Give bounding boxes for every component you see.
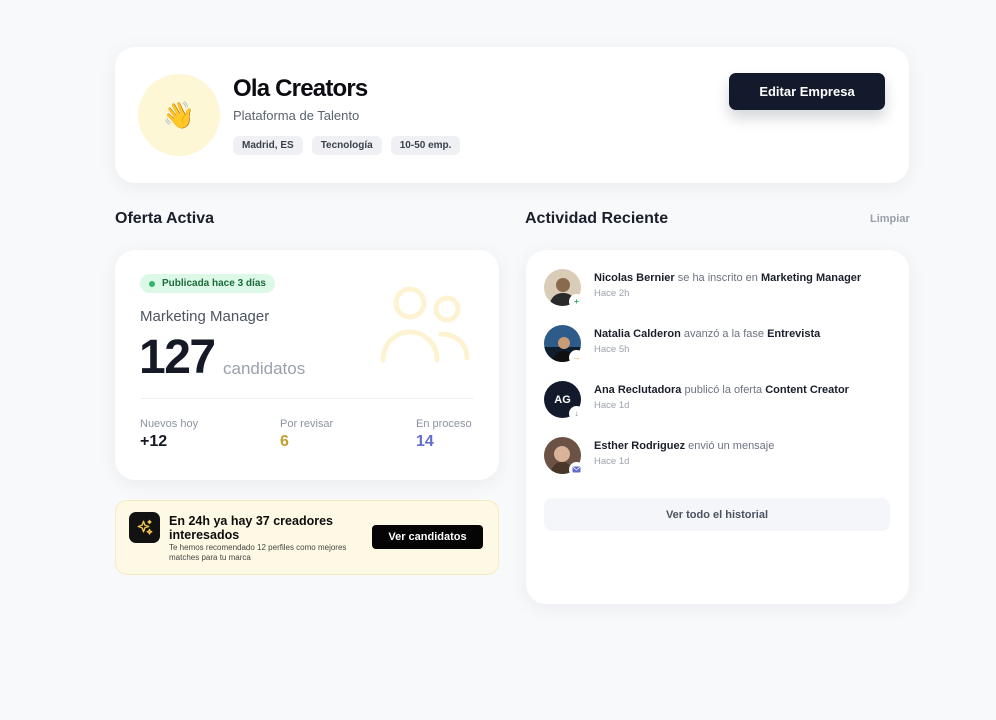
arrow-down-icon: ↓ [570, 407, 583, 420]
candidate-count-label: candidatos [223, 359, 306, 378]
stat-value: 6 [280, 433, 289, 450]
activity-time: Hace 5h [594, 344, 630, 355]
view-candidates-button[interactable]: Ver candidatos [372, 525, 483, 549]
activity-target: Entrevista [767, 328, 821, 340]
activity-item[interactable]: AG ↓ Ana Reclutadora publicó la oferta C… [544, 381, 891, 421]
activity-text: Esther Rodriguez envió un mensaje [594, 440, 774, 452]
users-icon [380, 286, 470, 363]
activity-item[interactable]: Esther Rodriguez envió un mensaje Hace 1… [544, 437, 891, 477]
offer-role: Marketing Manager [140, 308, 270, 325]
stat-label: En proceso [416, 418, 472, 430]
stat-value: 14 [416, 433, 434, 450]
tag-location: Madrid, ES [233, 136, 303, 155]
sparkles-icon [129, 512, 160, 543]
stat-in-process: En proceso 14 [416, 418, 472, 451]
recent-activity-title: Actividad Reciente [525, 210, 669, 227]
activity-time: Hace 1d [594, 400, 630, 411]
active-offer-title: Oferta Activa [115, 210, 214, 227]
activity-actor: Ana Reclutadora [594, 384, 682, 396]
company-logo: 👋 [138, 74, 220, 156]
activity-text: Natalia Calderon avanzó a la fase Entrev… [594, 328, 820, 340]
view-history-button[interactable]: Ver todo el historial [544, 498, 890, 531]
stat-value: +12 [140, 433, 168, 450]
company-card: 👋 Ola Creators Plataforma de Talento Mad… [115, 47, 909, 183]
divider [140, 398, 474, 399]
activity-time: Hace 1d [594, 456, 630, 467]
promo-subtitle: Te hemos recomendado 12 perfiles como me… [169, 543, 347, 562]
activity-text: Nicolas Bernier se ha inscrito en Market… [594, 272, 861, 284]
clear-activity-link[interactable]: Limpiar [870, 213, 910, 225]
activity-action: avanzó a la fase [683, 328, 764, 340]
recent-activity-card: + Nicolas Bernier se ha inscrito en Mark… [526, 250, 909, 604]
promo-banner: En 24h ya hay 37 creadores interesados T… [115, 500, 499, 575]
activity-text: Ana Reclutadora publicó la oferta Conten… [594, 384, 849, 396]
edit-company-button[interactable]: Editar Empresa [729, 73, 885, 110]
activity-action: publicó la oferta [684, 384, 763, 396]
activity-action: envió un mensaje [688, 440, 775, 452]
stat-new-today: Nuevos hoy +12 [140, 418, 198, 451]
arrow-right-icon: → [570, 351, 583, 364]
activity-time: Hace 2h [594, 288, 630, 299]
activity-target: Marketing Manager [760, 272, 862, 284]
tag-size: 10-50 emp. [390, 136, 461, 155]
company-name: Ola Creators [233, 75, 368, 102]
company-subtitle: Plataforma de Talento [233, 108, 360, 123]
activity-item[interactable]: → Natalia Calderon avanzó a la fase Entr… [544, 325, 891, 365]
activity-actor: Natalia Calderon [594, 328, 681, 340]
promo-title: En 24h ya hay 37 creadores interesados [169, 514, 333, 542]
plus-icon: + [570, 295, 583, 308]
activity-actor: Esther Rodriguez [594, 440, 686, 452]
activity-actor: Nicolas Bernier [594, 272, 675, 284]
active-offer-card[interactable]: Publicada hace 3 días Marketing Manager … [115, 250, 499, 480]
mail-icon [570, 463, 583, 476]
candidate-count: 127 [139, 331, 216, 384]
activity-action: se ha inscrito en [677, 272, 758, 284]
waving-hand-icon: 👋 [162, 99, 196, 130]
activity-item[interactable]: + Nicolas Bernier se ha inscrito en Mark… [544, 269, 891, 309]
company-tags: Madrid, ES Tecnología 10-50 emp. [233, 136, 461, 155]
stat-label: Por revisar [280, 418, 334, 430]
tag-sector: Tecnología [311, 136, 382, 155]
status-badge: Publicada hace 3 días [140, 274, 275, 293]
stat-to-review: Por revisar 6 [280, 418, 333, 451]
activity-target: Content Creator [765, 384, 849, 396]
stat-label: Nuevos hoy [140, 418, 199, 430]
